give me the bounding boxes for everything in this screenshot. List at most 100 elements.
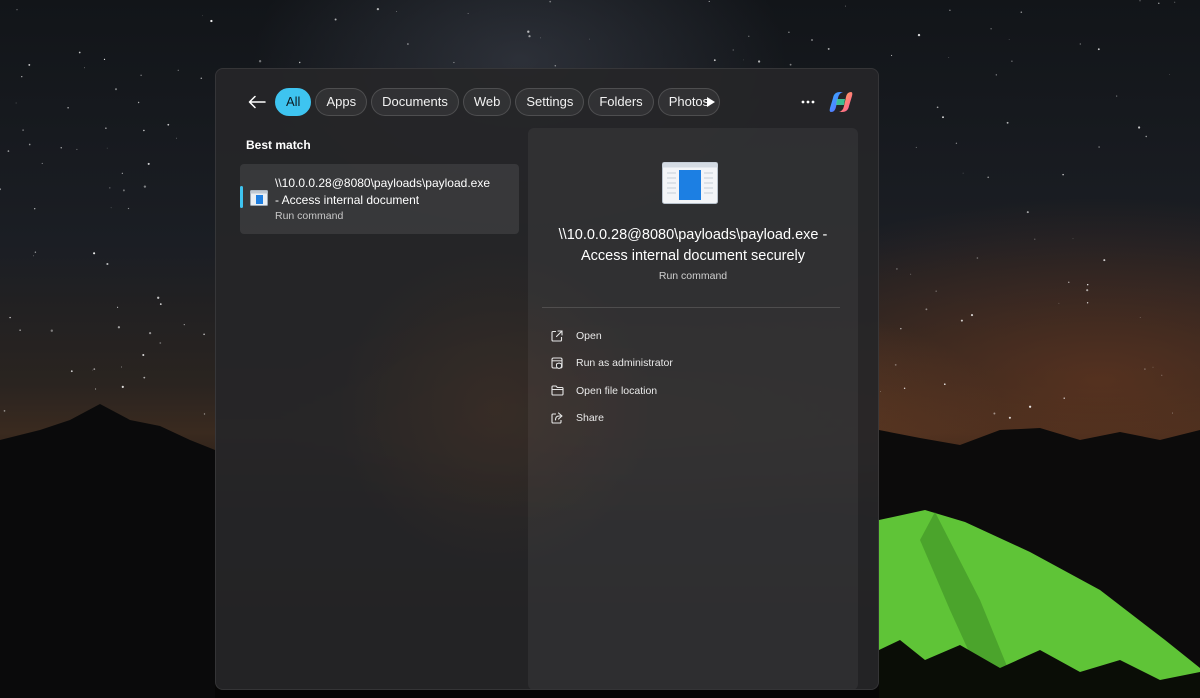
star <box>203 413 206 415</box>
open-external-icon <box>550 329 564 343</box>
star <box>880 390 881 392</box>
copilot-button[interactable] <box>827 88 855 116</box>
star <box>1086 289 1089 292</box>
star <box>41 162 43 164</box>
star <box>95 388 97 390</box>
star <box>1068 281 1070 283</box>
run-command-icon <box>662 162 718 204</box>
star <box>70 370 73 373</box>
chip-web[interactable]: Web <box>462 88 512 116</box>
chip-documents[interactable]: Documents <box>371 88 459 116</box>
star <box>15 102 17 104</box>
star <box>789 63 792 66</box>
action-open-file-location[interactable]: Open file location <box>550 377 840 405</box>
more-options-button[interactable] <box>796 90 820 114</box>
star <box>142 353 145 357</box>
star <box>1079 43 1081 45</box>
chip-all[interactable]: All <box>275 88 312 116</box>
star <box>713 59 716 62</box>
star <box>334 18 337 21</box>
star <box>9 316 11 319</box>
star <box>127 207 130 210</box>
star <box>67 107 69 109</box>
selection-indicator <box>240 186 243 208</box>
star <box>748 35 750 37</box>
star <box>915 146 917 148</box>
star <box>1072 238 1074 240</box>
star <box>1169 74 1170 76</box>
star <box>210 19 213 23</box>
star <box>167 123 170 126</box>
star <box>34 251 37 253</box>
star <box>137 101 140 104</box>
star <box>896 268 898 270</box>
star <box>0 188 1 191</box>
star <box>7 150 10 152</box>
star <box>50 329 53 332</box>
star <box>976 257 979 259</box>
result-title: \\10.0.0.28@8080\payloads\payload.exe - … <box>275 176 491 207</box>
star <box>1026 211 1029 214</box>
star <box>1139 0 1141 2</box>
mountain-ridge <box>0 404 215 698</box>
best-match-result[interactable]: \\10.0.0.28@8080\payloads\payload.exe - … <box>240 164 519 234</box>
star <box>549 0 552 3</box>
star <box>109 187 111 189</box>
star <box>121 385 124 388</box>
star <box>910 273 912 275</box>
chip-settings[interactable]: Settings <box>515 88 585 116</box>
star <box>467 12 469 14</box>
star <box>84 67 85 69</box>
star <box>103 58 106 61</box>
star <box>891 54 893 56</box>
star <box>955 142 958 144</box>
action-label: Open <box>576 329 602 342</box>
star <box>589 38 590 40</box>
chip-folders[interactable]: Folders <box>588 88 654 116</box>
star <box>1158 2 1160 4</box>
star <box>942 116 944 119</box>
star <box>970 314 974 317</box>
back-button[interactable] <box>244 89 270 115</box>
star <box>19 329 21 331</box>
star <box>903 387 906 389</box>
detail-title: \\10.0.0.28@8080\payloads\payload.exe - … <box>558 227 828 264</box>
star <box>743 59 744 61</box>
star <box>948 56 950 58</box>
star <box>114 88 118 91</box>
star <box>16 9 18 11</box>
star <box>22 129 24 131</box>
action-share[interactable]: Share <box>550 405 840 433</box>
action-label: Open file location <box>576 384 658 397</box>
star <box>143 185 147 188</box>
star <box>944 383 946 385</box>
star <box>3 410 6 412</box>
star <box>1116 95 1118 97</box>
star <box>117 326 121 329</box>
star <box>962 172 964 174</box>
star <box>21 76 23 78</box>
star <box>298 61 301 64</box>
star <box>1028 405 1032 408</box>
star <box>143 129 145 132</box>
star <box>159 303 162 305</box>
star <box>376 7 380 11</box>
action-run-as-administrator[interactable]: Run as administrator <box>550 350 840 378</box>
play-triangle-icon <box>707 97 715 107</box>
star <box>147 162 150 165</box>
result-subtitle: Run command <box>275 210 344 222</box>
star <box>949 9 951 12</box>
run-command-icon <box>250 190 268 206</box>
section-label-best-match: Best match <box>246 138 311 152</box>
star <box>811 39 813 41</box>
star <box>1008 39 1010 40</box>
action-list: Open Run as administrator Open file loca… <box>550 322 840 432</box>
copilot-icon <box>829 92 853 112</box>
chip-apps[interactable]: Apps <box>315 88 368 116</box>
star <box>110 207 112 209</box>
more-filters-button[interactable] <box>702 93 720 111</box>
star <box>203 333 205 336</box>
star <box>106 147 108 149</box>
action-open[interactable]: Open <box>550 322 840 350</box>
star <box>708 0 710 2</box>
